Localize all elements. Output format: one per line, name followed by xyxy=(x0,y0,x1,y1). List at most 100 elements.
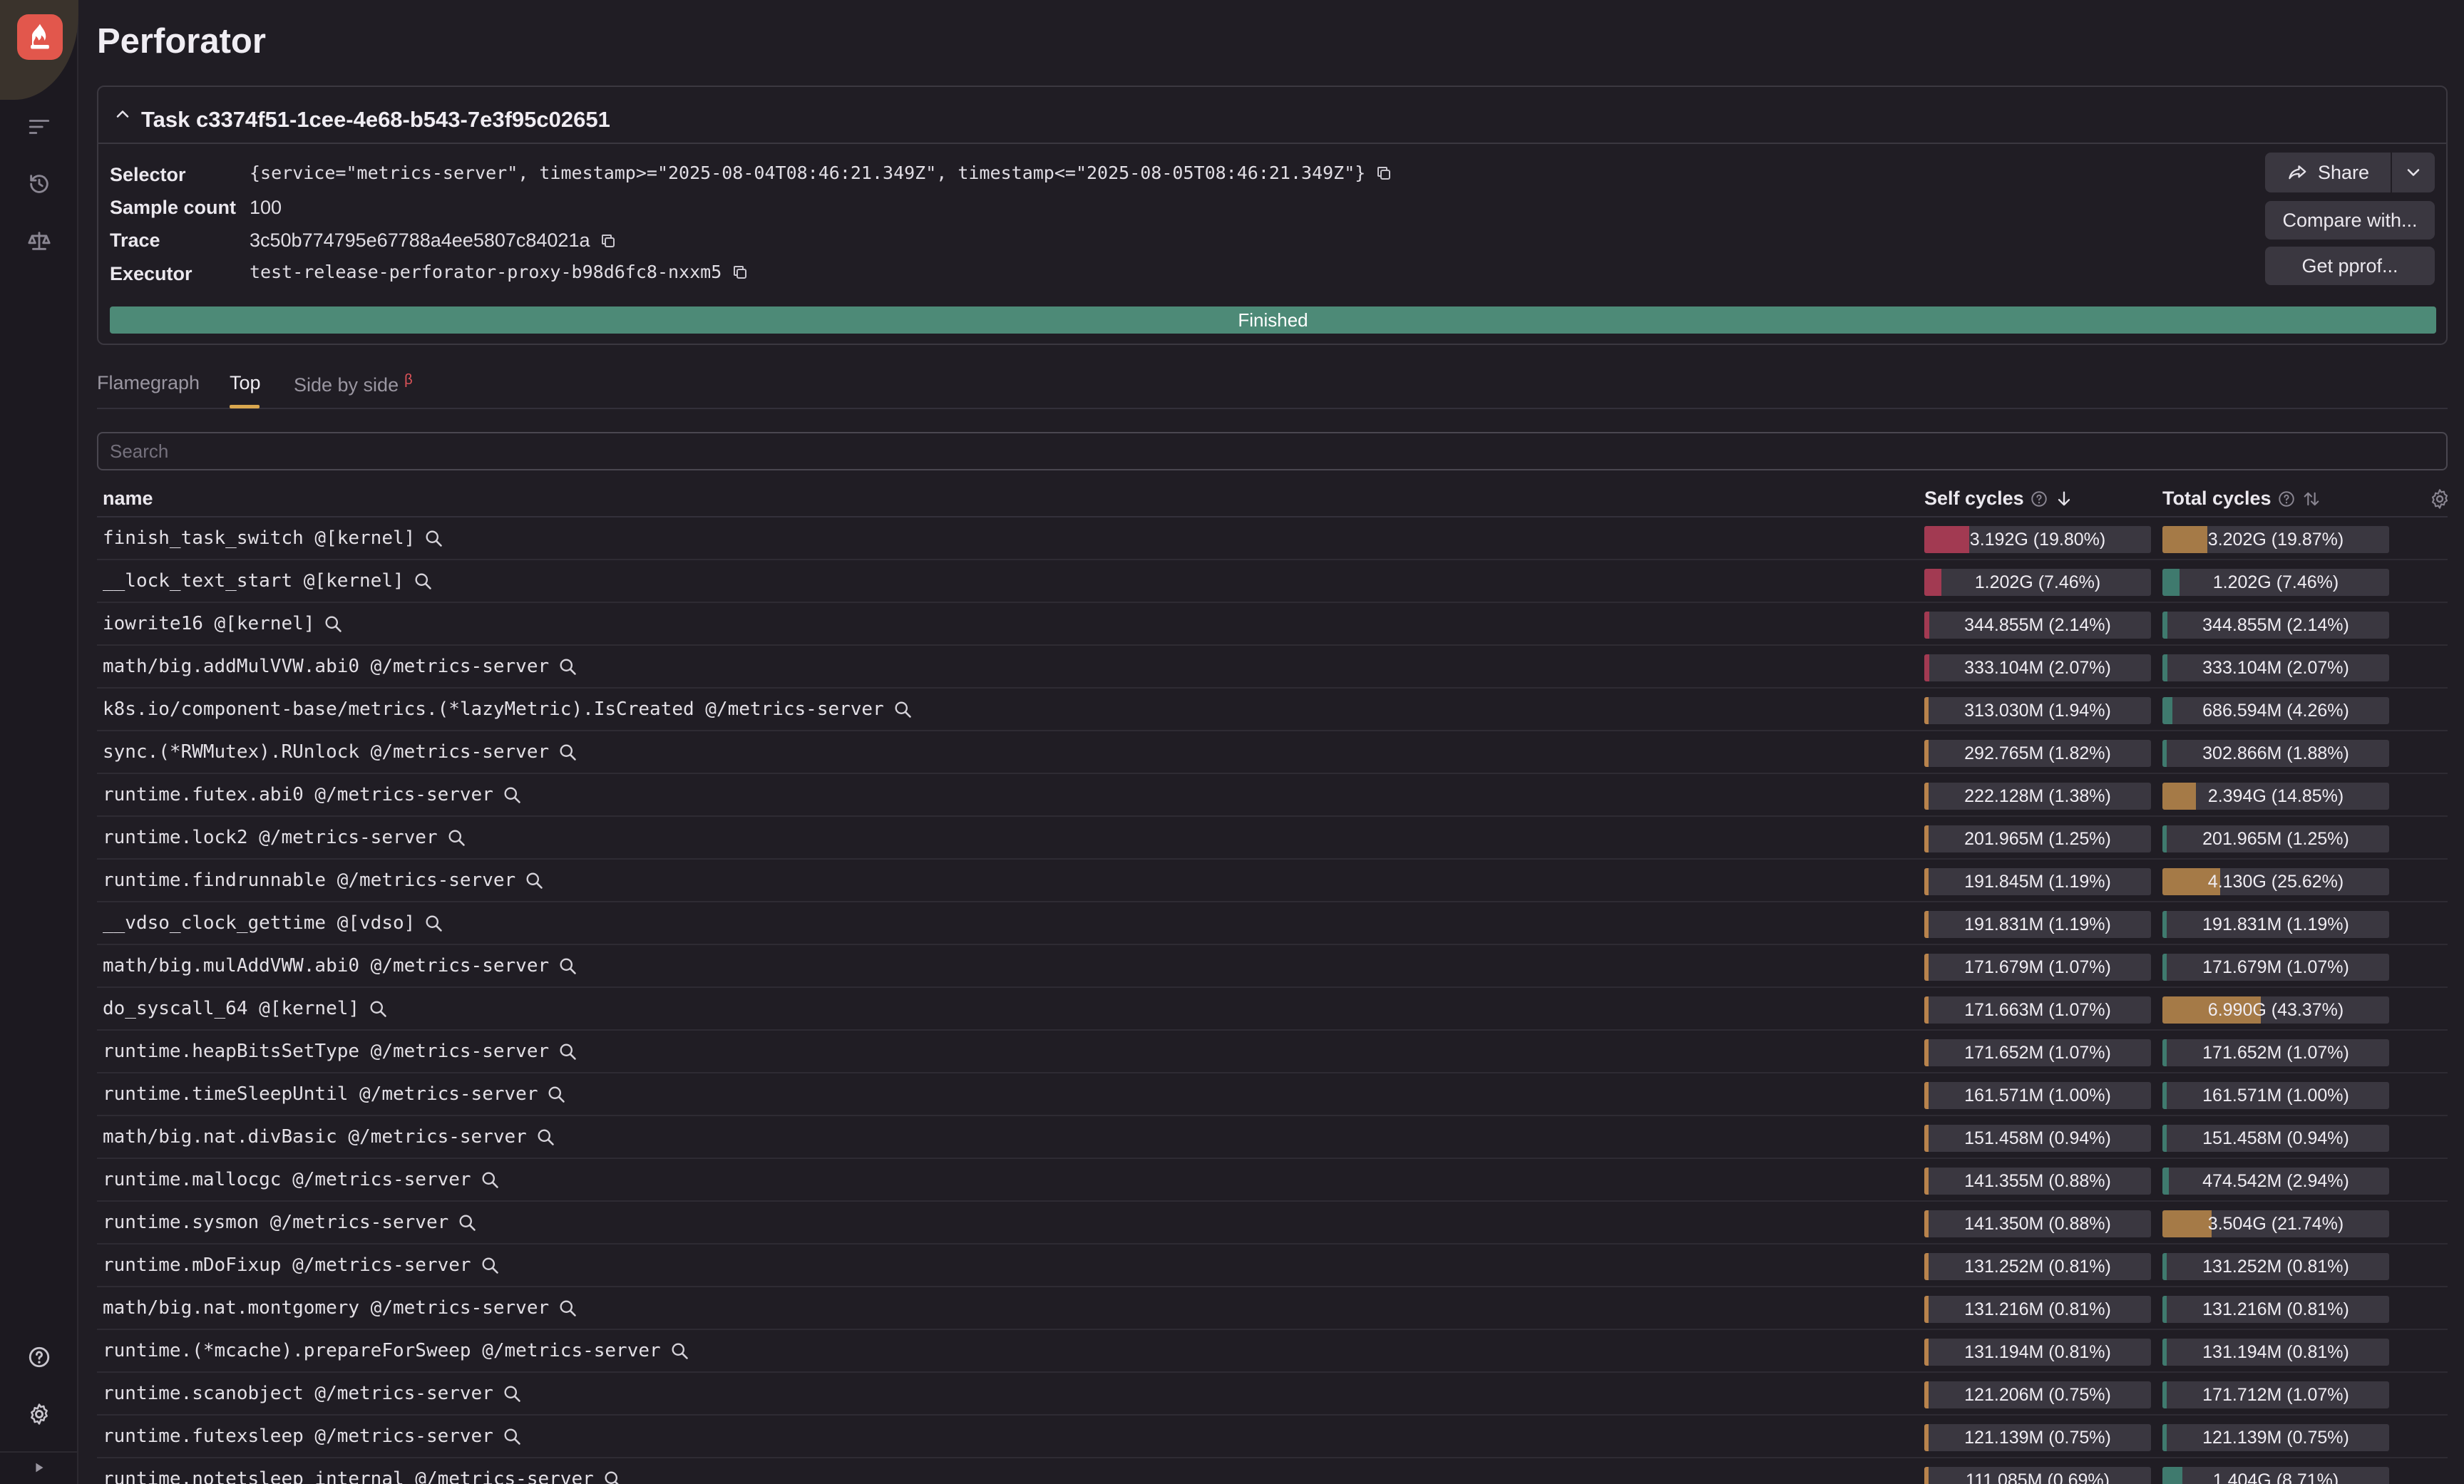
function-name[interactable]: __vdso_clock_gettime @[vdso] xyxy=(103,912,415,934)
settings-icon[interactable] xyxy=(25,1400,53,1428)
search-icon[interactable] xyxy=(893,699,913,719)
function-name[interactable]: runtime.timeSleepUntil @/metrics-server xyxy=(103,1083,538,1105)
task-header[interactable]: Task c3374f51-1cee-4e68-b543-7e3f95c0265… xyxy=(98,87,2446,144)
tab-flamegraph[interactable]: Flamegraph xyxy=(97,372,200,394)
function-name[interactable]: runtime.mallocgc @/metrics-server xyxy=(103,1169,471,1190)
table-row[interactable]: k8s.io/component-base/metrics.(*lazyMetr… xyxy=(97,689,2448,731)
search-icon[interactable] xyxy=(502,785,522,805)
search-icon[interactable] xyxy=(480,1255,500,1275)
total-cycles-cell: 686.594M (4.26%) xyxy=(2162,697,2389,724)
function-name[interactable]: __lock_text_start @[kernel] xyxy=(103,570,404,592)
search-icon[interactable] xyxy=(524,870,544,890)
function-name[interactable]: do_syscall_64 @[kernel] xyxy=(103,998,359,1019)
function-name[interactable]: runtime.scanobject @/metrics-server xyxy=(103,1383,493,1404)
search-input[interactable] xyxy=(97,432,2448,470)
function-name[interactable]: runtime.sysmon @/metrics-server xyxy=(103,1212,448,1233)
sort-desc-icon[interactable] xyxy=(2054,489,2074,509)
search-icon[interactable] xyxy=(558,1298,578,1318)
help-circle-icon[interactable] xyxy=(2030,490,2048,508)
table-row[interactable]: runtime.timeSleepUntil @/metrics-server 1… xyxy=(97,1073,2448,1116)
share-menu-button[interactable] xyxy=(2392,153,2435,192)
table-row[interactable]: runtime.mDoFixup @/metrics-server 131.252… xyxy=(97,1245,2448,1287)
tab-side-by-side[interactable]: Side by side β xyxy=(294,372,413,396)
table-row[interactable]: __vdso_clock_gettime @[vdso] 191.831M (1.… xyxy=(97,902,2448,945)
table-row[interactable]: runtime.sysmon @/metrics-server 141.350M … xyxy=(97,1202,2448,1245)
search-icon[interactable] xyxy=(558,1041,578,1061)
search-icon[interactable] xyxy=(423,913,443,933)
search-icon[interactable] xyxy=(423,528,443,548)
function-name[interactable]: runtime.futex.abi0 @/metrics-server xyxy=(103,784,493,805)
list-icon[interactable] xyxy=(25,113,53,141)
table-row[interactable]: runtime.futexsleep @/metrics-server 121.1… xyxy=(97,1416,2448,1458)
table-row[interactable]: do_syscall_64 @[kernel] 171.663M (1.07%) 6… xyxy=(97,988,2448,1031)
function-name[interactable]: math/big.nat.divBasic @/metrics-server xyxy=(103,1126,527,1148)
function-name[interactable]: math/big.addMulVVW.abi0 @/metrics-server xyxy=(103,656,549,677)
function-name[interactable]: math/big.nat.montgomery @/metrics-server xyxy=(103,1297,549,1319)
copy-icon[interactable] xyxy=(732,264,749,281)
flame-logo-icon[interactable] xyxy=(17,14,63,60)
total-cycles-value: 474.542M (2.94%) xyxy=(2202,1170,2349,1191)
column-header-name[interactable]: name xyxy=(103,488,153,510)
get-pprof-button[interactable]: Get pprof... xyxy=(2265,247,2435,285)
function-name[interactable]: iowrite16 @[kernel] xyxy=(103,613,314,634)
column-header-self-cycles[interactable]: Self cycles xyxy=(1924,488,2074,510)
sort-both-icon[interactable] xyxy=(2301,489,2321,509)
function-name[interactable]: finish_task_switch @[kernel] xyxy=(103,527,415,549)
search-icon[interactable] xyxy=(558,956,578,976)
table-row[interactable]: finish_task_switch @[kernel] 3.192G (19.8… xyxy=(97,517,2448,560)
search-icon[interactable] xyxy=(323,614,343,634)
search-icon[interactable] xyxy=(480,1170,500,1190)
function-name[interactable]: runtime.heapBitsSetType @/metrics-server xyxy=(103,1041,549,1062)
table-row[interactable]: math/big.mulAddVWW.abi0 @/metrics-server… xyxy=(97,945,2448,988)
table-row[interactable]: math/big.addMulVVW.abi0 @/metrics-server… xyxy=(97,646,2448,689)
function-name[interactable]: math/big.mulAddVWW.abi0 @/metrics-server xyxy=(103,955,549,977)
search-icon[interactable] xyxy=(558,742,578,762)
copy-icon[interactable] xyxy=(600,232,617,249)
search-icon[interactable] xyxy=(413,571,433,591)
table-row[interactable]: runtime.mallocgc @/metrics-server 141.355… xyxy=(97,1159,2448,1202)
function-name[interactable]: runtime.mDoFixup @/metrics-server xyxy=(103,1254,471,1276)
function-name[interactable]: runtime.findrunnable @/metrics-server xyxy=(103,870,515,891)
table-row[interactable]: runtime.lock2 @/metrics-server 201.965M (… xyxy=(97,817,2448,860)
function-name[interactable]: runtime.futexsleep @/metrics-server xyxy=(103,1426,493,1447)
expand-icon[interactable] xyxy=(27,1455,51,1480)
table-row[interactable]: runtime.(*mcache).prepareForSweep @/metr… xyxy=(97,1330,2448,1373)
function-name[interactable]: sync.(*RWMutex).RUnlock @/metrics-server xyxy=(103,741,549,763)
history-icon[interactable] xyxy=(25,170,53,198)
table-row[interactable]: runtime.heapBitsSetType @/metrics-server… xyxy=(97,1031,2448,1073)
search-icon[interactable] xyxy=(669,1341,689,1361)
search-icon[interactable] xyxy=(502,1383,522,1403)
table-row[interactable]: runtime.findrunnable @/metrics-server 191… xyxy=(97,860,2448,902)
search-icon[interactable] xyxy=(446,828,466,847)
table-row[interactable]: runtime.scanobject @/metrics-server 121.2… xyxy=(97,1373,2448,1416)
function-name[interactable]: runtime.lock2 @/metrics-server xyxy=(103,827,438,848)
search-icon[interactable] xyxy=(546,1084,566,1104)
table-row[interactable]: math/big.nat.montgomery @/metrics-server… xyxy=(97,1287,2448,1330)
function-name-cell: __vdso_clock_gettime @[vdso] xyxy=(103,912,443,934)
search-icon[interactable] xyxy=(558,656,578,676)
copy-icon[interactable] xyxy=(1375,165,1392,182)
search-icon[interactable] xyxy=(535,1127,555,1147)
table-settings-icon[interactable] xyxy=(2428,488,2451,510)
search-icon[interactable] xyxy=(457,1212,477,1232)
table-row[interactable]: sync.(*RWMutex).RUnlock @/metrics-server… xyxy=(97,731,2448,774)
search-icon[interactable] xyxy=(502,1426,522,1446)
function-name[interactable]: runtime.(*mcache).prepareForSweep @/metr… xyxy=(103,1340,661,1361)
search-icon[interactable] xyxy=(368,999,388,1019)
help-icon[interactable] xyxy=(25,1343,53,1371)
help-circle-icon[interactable] xyxy=(2277,490,2296,508)
table-row[interactable]: iowrite16 @[kernel] 344.855M (2.14%) 344.8… xyxy=(97,603,2448,646)
search-icon[interactable] xyxy=(602,1469,622,1484)
table-row[interactable]: runtime.notetsleep_internal @/metrics-se… xyxy=(97,1458,2448,1484)
table-row[interactable]: runtime.futex.abi0 @/metrics-server 222.1… xyxy=(97,774,2448,817)
tab-top[interactable]: Top xyxy=(230,372,261,394)
compare-with-button[interactable]: Compare with... xyxy=(2265,201,2435,239)
table-row[interactable]: __lock_text_start @[kernel] 1.202G (7.46%… xyxy=(97,560,2448,603)
column-header-total-cycles[interactable]: Total cycles xyxy=(2162,488,2321,510)
table-row[interactable]: math/big.nat.divBasic @/metrics-server 15… xyxy=(97,1116,2448,1159)
function-name[interactable]: runtime.notetsleep_internal @/metrics-se… xyxy=(103,1468,594,1484)
chevron-up-icon[interactable] xyxy=(113,104,133,124)
share-button[interactable]: Share xyxy=(2265,153,2391,192)
function-name[interactable]: k8s.io/component-base/metrics.(*lazyMetr… xyxy=(103,699,884,720)
balance-icon[interactable] xyxy=(25,227,53,255)
